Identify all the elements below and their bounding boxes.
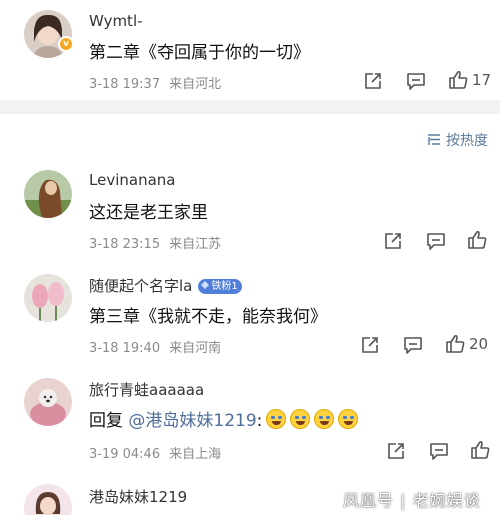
comment-date: 3-18 19:40 [89, 341, 161, 356]
section-divider [0, 100, 500, 114]
comment-icon[interactable] [428, 440, 450, 462]
laugh-cry-emoji-icon [314, 409, 335, 429]
comment-meta: 3-18 23:15 来自江苏 [89, 233, 221, 252]
comment-location: 来自上海 [169, 447, 222, 462]
comment-username[interactable]: 旅行青蛙aaaaaa [89, 379, 204, 400]
sort-button[interactable]: 按热度 [427, 130, 488, 150]
comment-username[interactable]: 随便起个名字la 铁粉1 [89, 275, 242, 296]
like-icon[interactable] [444, 333, 466, 355]
avatar[interactable] [24, 170, 72, 218]
list-item: 旅行青蛙aaaaaa 回复 @港岛妹妹1219: 3-19 04:46 来自上海 [0, 368, 500, 468]
laugh-cry-emoji-icon [266, 409, 287, 429]
comment-location: 来自河北 [169, 77, 222, 92]
watermark: 凤凰号 | 老婉娱谈 [343, 491, 481, 510]
comment-date: 3-18 19:37 [89, 77, 161, 92]
reply-colon: : [256, 411, 263, 431]
like-icon[interactable] [466, 229, 488, 251]
comment-text: 第三章《我就不走，能奈我何》 [89, 307, 327, 327]
comment-date: 3-19 04:46 [89, 447, 161, 462]
comment-date: 3-18 23:15 [89, 237, 161, 252]
comment-icon[interactable] [405, 70, 427, 92]
reply-prefix: 回复 [89, 411, 123, 431]
avatar[interactable] [24, 484, 72, 515]
avatar[interactable] [24, 274, 72, 322]
list-item: 随便起个名字la 铁粉1 第三章《我就不走，能奈我何》 3-18 19:40 来自河… [0, 264, 500, 364]
comment-icon[interactable] [402, 334, 424, 356]
share-icon[interactable] [362, 70, 384, 92]
comment-location: 来自河南 [169, 341, 222, 356]
like-icon[interactable] [447, 69, 469, 91]
comment-location: 来自江苏 [169, 237, 222, 252]
fan-badge: 铁粉1 [198, 279, 242, 294]
comment-meta: 3-18 19:37 来自河北 [89, 73, 221, 92]
comment-username[interactable]: 港岛妹妹1219 [89, 486, 187, 507]
share-icon[interactable] [385, 440, 407, 462]
share-icon[interactable] [382, 230, 404, 252]
fan-badge-label: 铁粉1 [211, 281, 238, 292]
sort-label: 按热度 [446, 133, 488, 149]
comment-meta: 3-18 19:40 来自河南 [89, 337, 221, 356]
comment-meta: 3-19 04:46 来自上海 [89, 443, 221, 462]
top-comment: v Wymtl- 第二章《夺回属于你的一切》 3-18 19:37 来自河北 17 [0, 0, 500, 100]
comment-icon[interactable] [425, 230, 447, 252]
comment-text: 回复 @港岛妹妹1219: [89, 406, 359, 431]
laugh-cry-emoji-icon [338, 409, 359, 429]
share-icon[interactable] [359, 334, 381, 356]
sort-icon [427, 133, 441, 149]
comment-text: 第二章《夺回属于你的一切》 [89, 43, 310, 63]
laugh-cry-emoji-icon [290, 409, 311, 429]
diamond-icon [201, 281, 210, 289]
like-icon[interactable] [469, 439, 491, 461]
list-item: Levinanana 这还是老王家里 3-18 23:15 来自江苏 [0, 160, 500, 260]
avatar[interactable] [24, 378, 72, 426]
comment-text: 这还是老王家里 [89, 203, 208, 223]
comment-username[interactable]: Levinanana [89, 171, 175, 189]
comment-username-text: 随便起个名字la [89, 277, 193, 295]
like-count: 17 [472, 71, 492, 89]
like-count: 20 [469, 335, 489, 353]
mention-link[interactable]: @港岛妹妹1219 [128, 411, 256, 431]
comment-username[interactable]: Wymtl- [89, 12, 143, 30]
verified-badge-icon: v [58, 36, 74, 52]
